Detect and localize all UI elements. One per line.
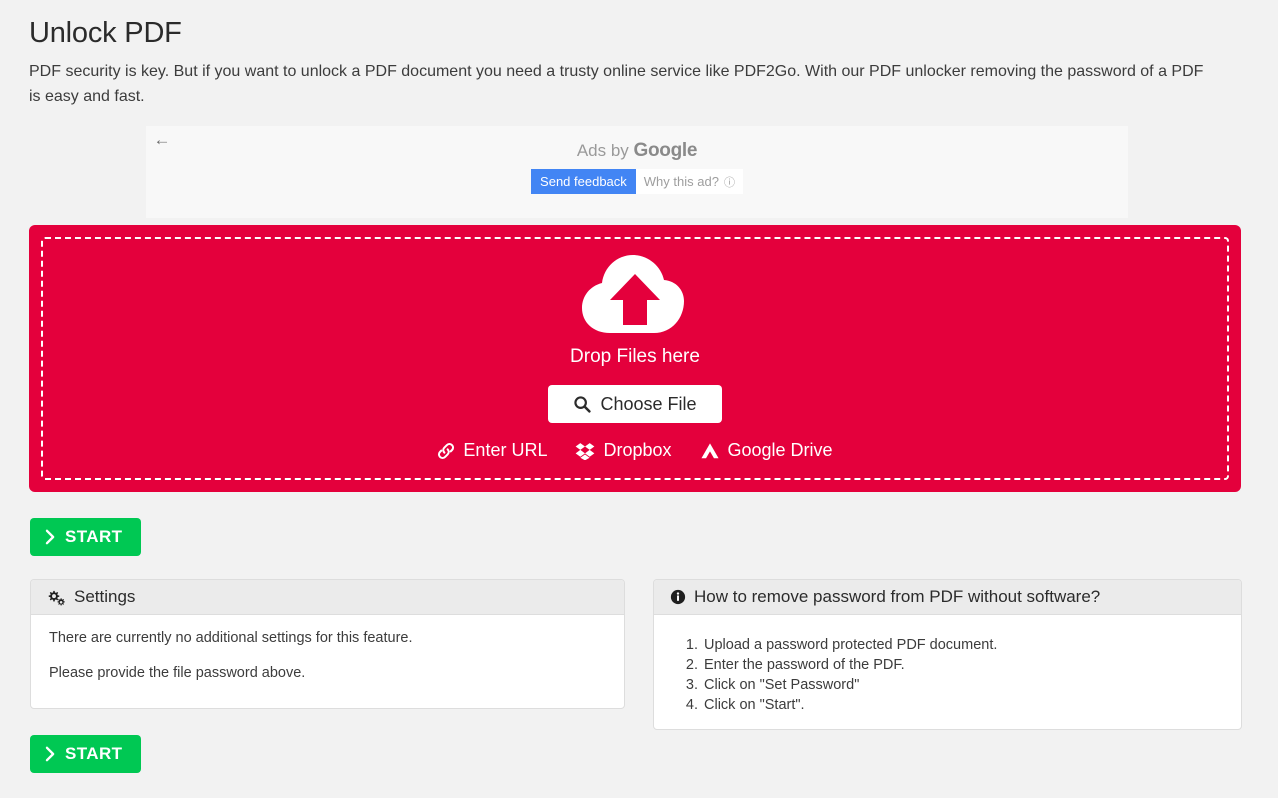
google-drive-link[interactable]: Google Drive (700, 440, 833, 461)
enter-url-link[interactable]: Enter URL (437, 440, 547, 461)
enter-url-label: Enter URL (463, 440, 548, 460)
ads-by-google-label: Ads by Google (522, 140, 752, 162)
google-wordmark: Google (633, 140, 698, 161)
start-button-bottom-label: START (65, 744, 123, 763)
dropbox-icon (575, 442, 595, 460)
search-icon (573, 395, 592, 413)
link-icon (437, 442, 455, 460)
google-drive-icon (700, 442, 720, 460)
list-item: Upload a password protected PDF document… (702, 635, 1223, 655)
settings-text-line-2: Please provide the file password above. (49, 665, 306, 681)
settings-text-line-1: There are currently no additional settin… (49, 630, 413, 646)
ads-by-prefix: Ads by (576, 141, 634, 160)
upload-sources-row: Enter URL Dropbox Google Drive (437, 440, 833, 461)
file-dropzone[interactable]: Drop Files here Choose File Enter URL Dr… (29, 225, 1241, 492)
choose-file-button[interactable]: Choose File (548, 385, 722, 423)
choose-file-label: Choose File (600, 393, 697, 414)
settings-panel-header: Settings (31, 580, 624, 615)
file-dropzone-inner[interactable]: Drop Files here Choose File Enter URL Dr… (41, 237, 1229, 480)
send-feedback-button[interactable]: Send feedback (531, 169, 636, 194)
howto-panel-title: How to remove password from PDF without … (694, 587, 1101, 606)
info-circle-icon: ⓘ (723, 176, 735, 189)
howto-steps-list: Upload a password protected PDF document… (672, 635, 1223, 715)
dropbox-link[interactable]: Dropbox (575, 440, 672, 461)
drop-files-label: Drop Files here (570, 346, 700, 367)
start-button-bottom[interactable]: START (30, 735, 142, 773)
list-item: Click on "Start". (702, 695, 1223, 715)
start-button-top-label: START (65, 527, 123, 546)
page-description: PDF security is key. But if you want to … (29, 63, 1204, 105)
howto-panel: How to remove password from PDF without … (653, 579, 1242, 730)
ads-attribution-group: Ads by Google Send feedback Why this ad?… (522, 140, 752, 194)
cloud-upload-icon (580, 253, 690, 338)
why-this-ad-button[interactable]: Why this ad? ⓘ (635, 169, 743, 194)
cogs-icon (47, 589, 66, 606)
chevron-right-icon (45, 746, 56, 762)
howto-panel-header: How to remove password from PDF without … (654, 580, 1241, 615)
info-circle-icon (670, 589, 686, 605)
back-arrow-icon[interactable]: ← (152, 130, 172, 150)
ads-banner: ← Ads by Google Send feedback Why this a… (146, 126, 1128, 218)
settings-panel: Settings There are currently no addition… (30, 579, 625, 709)
ad-buttons-row: Send feedback Why this ad? ⓘ (522, 169, 752, 194)
chevron-right-icon (45, 529, 56, 545)
start-button-top[interactable]: START (30, 518, 142, 556)
page-root: Unlock PDF PDF security is key. But if y… (0, 0, 1278, 798)
howto-panel-body: Upload a password protected PDF document… (654, 615, 1241, 725)
why-this-ad-label: Why this ad? (643, 174, 719, 189)
google-drive-label: Google Drive (727, 440, 833, 460)
page-title: Unlock PDF (29, 17, 182, 49)
settings-panel-title: Settings (74, 587, 136, 606)
list-item: Enter the password of the PDF. (702, 655, 1223, 675)
settings-panel-body: There are currently no additional settin… (31, 615, 624, 693)
dropbox-label: Dropbox (603, 440, 672, 460)
list-item: Click on "Set Password" (702, 675, 1223, 695)
